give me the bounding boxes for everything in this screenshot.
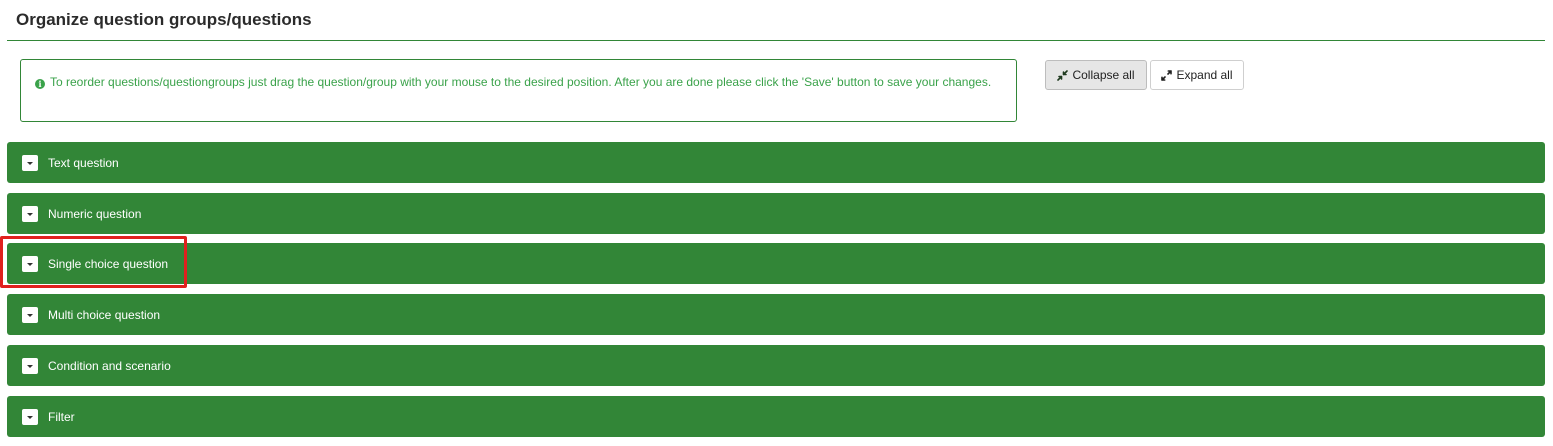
info-alert: i To reorder questions/questiongroups jus… <box>20 59 1017 122</box>
collapse-all-label: Collapse all <box>1072 68 1135 82</box>
info-circle-icon: i <box>35 79 45 89</box>
expand-toggle-button[interactable] <box>22 408 38 425</box>
caret-down-icon <box>27 212 33 216</box>
expand-icon <box>1161 69 1173 81</box>
question-group-row[interactable]: Filter <box>7 396 1545 437</box>
question-group-label: Condition and scenario <box>48 358 171 373</box>
expand-all-label: Expand all <box>1176 68 1233 82</box>
caret-down-icon <box>27 364 33 368</box>
expand-toggle-button[interactable] <box>22 255 38 272</box>
expand-all-button[interactable]: Expand all <box>1150 60 1244 90</box>
title-divider <box>7 40 1545 41</box>
caret-down-icon <box>27 161 33 165</box>
expand-toggle-button[interactable] <box>22 205 38 222</box>
question-group-label: Multi choice question <box>48 307 161 322</box>
question-group-label: Filter <box>48 409 75 424</box>
info-text: To reorder questions/questiongroups just… <box>50 75 992 89</box>
question-group-row[interactable]: Single choice question <box>7 243 1545 284</box>
question-group-label: Numeric question <box>48 206 142 221</box>
caret-down-icon <box>27 415 33 419</box>
collapse-all-button[interactable]: Collapse all <box>1045 60 1147 90</box>
question-group-label: Text question <box>48 155 119 170</box>
question-group-row[interactable]: Text question <box>7 142 1545 183</box>
question-group-row[interactable]: Numeric question <box>7 193 1545 234</box>
question-group-row[interactable]: Multi choice question <box>7 294 1545 335</box>
page-title: Organize question groups/questions <box>16 10 312 29</box>
expand-toggle-button[interactable] <box>22 306 38 323</box>
caret-down-icon <box>27 313 33 317</box>
caret-down-icon <box>27 262 33 266</box>
expand-toggle-button[interactable] <box>22 154 38 171</box>
question-group-row[interactable]: Condition and scenario <box>7 345 1545 386</box>
question-group-label: Single choice question <box>48 256 169 271</box>
expand-toggle-button[interactable] <box>22 357 38 374</box>
collapse-icon <box>1057 69 1069 81</box>
